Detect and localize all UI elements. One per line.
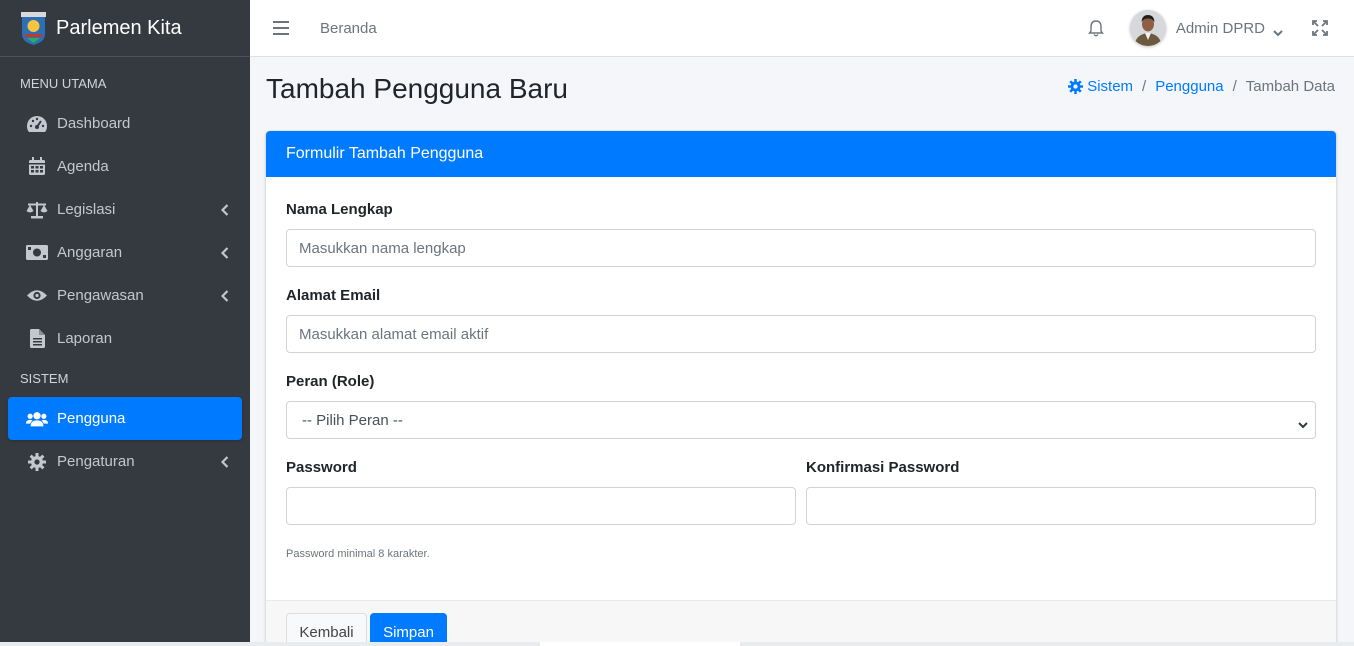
- sidebar-item-pengaturan[interactable]: Pengaturan: [8, 440, 242, 483]
- home-link[interactable]: Beranda: [320, 20, 377, 37]
- calendar-icon: [26, 157, 48, 177]
- nav-header-menu-utama: MENU UTAMA: [20, 76, 107, 91]
- breadcrumb-separator: /: [1232, 78, 1237, 95]
- horizontal-scrollbar[interactable]: [0, 642, 1354, 646]
- password-help-text: Password minimal 8 karakter.: [286, 548, 430, 560]
- tachometer-icon: [26, 114, 48, 134]
- topbar: Beranda Admin DPRD: [250, 0, 1354, 57]
- breadcrumb-link-pengguna[interactable]: Pengguna: [1155, 78, 1223, 95]
- avatar[interactable]: [1129, 10, 1166, 46]
- sidebar-item-pengawasan[interactable]: Pengawasan: [8, 274, 242, 317]
- role-label: Peran (Role): [286, 373, 375, 390]
- sidebar-item-laporan[interactable]: Laporan: [8, 317, 242, 360]
- chevron-left-icon: [220, 246, 230, 259]
- sidebar-item-label: Laporan: [57, 330, 113, 347]
- name-label: Nama Lengkap: [286, 201, 393, 218]
- email-input[interactable]: [286, 315, 1316, 353]
- sidebar-item-legislasi[interactable]: Legislasi: [8, 188, 242, 231]
- name-input[interactable]: [286, 229, 1316, 267]
- gear-icon: [26, 452, 48, 472]
- brand-name: Parlemen Kita: [56, 16, 182, 39]
- bell-icon[interactable]: [1087, 19, 1105, 37]
- sidebar-item-label: Pengawasan: [57, 287, 144, 304]
- breadcrumb-label: Sistem: [1087, 78, 1134, 95]
- sidebar-item-label: Dashboard: [57, 115, 131, 132]
- balance-scale-icon: [26, 200, 48, 220]
- users-icon: [26, 409, 48, 429]
- fullscreen-icon[interactable]: [1312, 20, 1328, 36]
- breadcrumb: Sistem / Pengguna / Tambah Data: [1068, 78, 1335, 95]
- chevron-down-icon: [1298, 416, 1308, 429]
- brand-logo-icon: [20, 11, 47, 45]
- sidebar-item-label: Agenda: [57, 158, 109, 175]
- chevron-left-icon: [220, 455, 230, 468]
- breadcrumb-current: Tambah Data: [1245, 78, 1335, 95]
- brand[interactable]: Parlemen Kita: [0, 0, 250, 57]
- sidebar-item-dashboard[interactable]: Dashboard: [8, 102, 242, 145]
- breadcrumb-separator: /: [1142, 78, 1147, 95]
- sidebar-item-agenda[interactable]: Agenda: [8, 145, 242, 188]
- sidebar: Parlemen Kita MENU UTAMA Dashboard Agend…: [0, 0, 250, 646]
- topbar-right: Admin DPRD: [1087, 0, 1354, 56]
- chevron-left-icon: [220, 203, 230, 216]
- sidebar-item-label: Pengguna: [57, 410, 126, 427]
- chevron-left-icon: [220, 289, 230, 302]
- sidebar-item-label: Anggaran: [57, 244, 123, 261]
- password-confirm-label: Konfirmasi Password: [806, 459, 960, 476]
- sidebar-item-pengguna[interactable]: Pengguna: [8, 397, 242, 440]
- card-footer: Kembali Simpan: [266, 600, 1336, 646]
- sidebar-item-label: Pengaturan: [57, 453, 135, 470]
- user-menu-name[interactable]: Admin DPRD: [1176, 20, 1265, 37]
- hamburger-menu-icon[interactable]: [273, 21, 289, 35]
- password-confirm-input[interactable]: [806, 487, 1316, 525]
- chevron-down-icon[interactable]: [1273, 24, 1283, 37]
- role-select-value: -- Pilih Peran --: [302, 411, 403, 429]
- scrollbar-thumb[interactable]: [540, 642, 740, 646]
- sidebar-item-anggaran[interactable]: Anggaran: [8, 231, 242, 274]
- gear-icon: [1068, 79, 1084, 94]
- sidebar-item-label: Legislasi: [57, 201, 116, 218]
- eye-icon: [26, 286, 48, 306]
- card-title: Formulir Tambah Pengguna: [266, 131, 1336, 177]
- role-select[interactable]: -- Pilih Peran --: [286, 401, 1316, 439]
- nav-header-sistem: SISTEM: [20, 371, 69, 386]
- password-input[interactable]: [286, 487, 796, 525]
- form-card: Formulir Tambah Pengguna Nama Lengkap Al…: [266, 131, 1336, 646]
- page-title: Tambah Pengguna Baru: [266, 73, 568, 104]
- money-icon: [26, 243, 48, 263]
- file-icon: [26, 329, 48, 349]
- email-label: Alamat Email: [286, 287, 381, 304]
- password-label: Password: [286, 459, 357, 476]
- breadcrumb-link-sistem[interactable]: Sistem: [1068, 78, 1133, 95]
